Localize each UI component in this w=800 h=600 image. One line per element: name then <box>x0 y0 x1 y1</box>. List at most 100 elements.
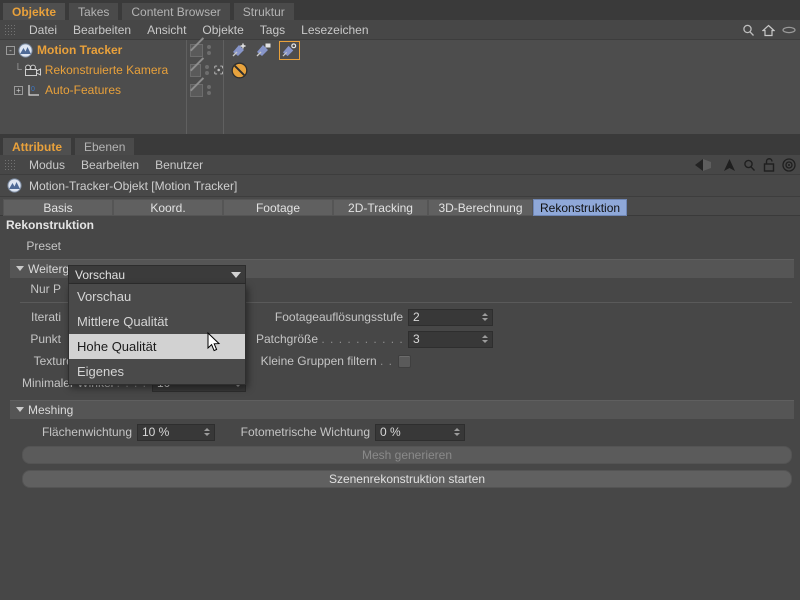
tab-basis[interactable]: Basis <box>3 198 113 216</box>
lock-icon[interactable] <box>763 158 775 172</box>
window-tab-content-browser[interactable]: Content Browser <box>121 2 231 20</box>
stepper-icon[interactable] <box>202 426 211 439</box>
area-weight-value: 10 % <box>142 425 170 439</box>
menu-modus[interactable]: Modus <box>21 155 73 175</box>
label-fotometrische-wichtung: Fotometrische Wichtung <box>240 425 370 439</box>
dropdown-option-eigenes[interactable]: Eigenes <box>69 359 245 384</box>
visibility-toggle-row[interactable] <box>187 60 223 80</box>
target-icon[interactable] <box>782 158 796 172</box>
generate-mesh-button[interactable]: Mesh generieren <box>22 446 792 464</box>
disabled-slash-icon[interactable] <box>190 63 201 77</box>
pin-icon[interactable] <box>255 42 273 58</box>
menu-ansicht[interactable]: Ansicht <box>139 20 194 40</box>
tree-row-motion-tracker[interactable]: - Motion Tracker <box>0 40 186 60</box>
menu-bearbeiten[interactable]: Bearbeiten <box>65 20 139 40</box>
disabled-slash-icon[interactable] <box>190 43 203 57</box>
area-weight-field[interactable]: 10 % <box>137 423 215 441</box>
tab-2d-tracking[interactable]: 2D-Tracking <box>333 198 428 216</box>
page-title: Motion-Tracker-Objekt [Motion Tracker] <box>29 178 238 193</box>
object-manager-menubar: Datei Bearbeiten Ansicht Objekte Tags Le… <box>0 20 800 40</box>
tab-koord[interactable]: Koord. <box>113 198 223 216</box>
window-tab-takes[interactable]: Takes <box>68 2 120 20</box>
tab-3d-berechnung[interactable]: 3D-Berechnung <box>428 198 533 216</box>
attribute-manager-menubar: Modus Bearbeiten Benutzer <box>0 155 800 175</box>
window-tab-objekte[interactable]: Objekte <box>2 2 67 20</box>
disabled-slash-icon[interactable] <box>190 83 203 97</box>
motion-tracker-icon <box>7 178 22 193</box>
label-iterationen: Iterati <box>30 310 61 324</box>
visibility-dots-icon[interactable] <box>204 65 209 75</box>
dropdown-option-mittlere-qualitaet[interactable]: Mittlere Qualität <box>69 309 245 334</box>
tree-row-auto-features[interactable]: + 0 Auto-Features <box>0 80 186 100</box>
window-tab-attribute[interactable]: Attribute <box>2 137 72 155</box>
preset-selected-value: Vorschau <box>75 267 126 282</box>
tree-row-rekonstruierte-kamera[interactable]: └ Rekonstruierte Kamera <box>0 60 186 80</box>
crosshair-icon[interactable] <box>213 64 223 76</box>
menu-bearbeiten[interactable]: Bearbeiten <box>73 155 147 175</box>
window-tab-label: Content Browser <box>131 5 221 19</box>
auto-features-icon: 0 <box>28 84 39 96</box>
grip-handle-icon[interactable] <box>4 159 15 170</box>
label-dots: . . <box>379 354 393 368</box>
window-tab-label: Attribute <box>12 140 62 154</box>
visibility-toggle-row[interactable] <box>187 40 223 60</box>
menu-benutzer[interactable]: Benutzer <box>147 155 211 175</box>
up-arrow-icon[interactable] <box>723 158 736 172</box>
motion-tracker-icon <box>18 42 33 58</box>
photometric-weight-field[interactable]: 0 % <box>375 423 465 441</box>
object-manager-tree[interactable]: - Motion Tracker └ Rekonstruierte Kamera <box>0 40 800 135</box>
eye-icon[interactable] <box>782 25 796 35</box>
menu-datei[interactable]: Datei <box>21 20 65 40</box>
chevron-down-icon[interactable] <box>16 266 24 271</box>
dropdown-option-hohe-qualitaet[interactable]: Hohe Qualität <box>69 334 245 359</box>
forbidden-icon[interactable] <box>231 62 248 79</box>
window-tab-label: Ebenen <box>84 140 126 154</box>
label-text: Kleine Gruppen filtern <box>260 354 377 368</box>
patch-size-field[interactable]: 3 <box>408 330 493 348</box>
label-dots: . . . . . . . . . . . . . <box>321 332 408 346</box>
camera-icon <box>24 64 41 76</box>
home-icon[interactable] <box>762 24 775 37</box>
search-icon[interactable] <box>743 159 756 172</box>
dropdown-option-vorschau[interactable]: Vorschau <box>69 284 245 309</box>
menu-lesezeichen[interactable]: Lesezeichen <box>293 20 376 40</box>
window-tab-ebenen[interactable]: Ebenen <box>74 137 136 155</box>
start-scene-reconstruction-button[interactable]: Szenenrekonstruktion starten <box>22 470 792 488</box>
subgroup-label: Weiterg <box>28 262 70 276</box>
chevron-down-icon[interactable] <box>16 407 24 412</box>
small-groups-checkbox[interactable] <box>398 354 411 368</box>
footage-resolution-field[interactable]: 2 <box>408 308 493 326</box>
patch-size-value: 3 <box>413 332 420 346</box>
stepper-icon[interactable] <box>480 311 489 324</box>
preset-dropdown-list[interactable]: Vorschau Mittlere Qualität Hohe Qualität… <box>68 284 246 385</box>
menu-tags[interactable]: Tags <box>252 20 293 40</box>
row-preset: Preset <box>0 235 800 257</box>
tab-footage[interactable]: Footage <box>223 198 333 216</box>
search-icon[interactable] <box>742 24 755 37</box>
row-meshing-weights: Flächenwichtung 10 % Fotometrische Wicht… <box>0 421 800 443</box>
visibility-dots-icon[interactable] <box>207 85 211 95</box>
window-tab-label: Objekte <box>12 5 57 19</box>
stepper-icon[interactable] <box>480 333 489 346</box>
tab-rekonstruktion[interactable]: Rekonstruktion <box>533 198 628 216</box>
menu-objekte[interactable]: Objekte <box>194 20 251 40</box>
window-tab-struktur[interactable]: Struktur <box>232 2 295 20</box>
attribute-object-title: Motion-Tracker-Objekt [Motion Tracker] <box>0 175 800 197</box>
preset-combobox[interactable]: Vorschau <box>68 265 246 284</box>
back-arrow-icon[interactable] <box>694 158 716 172</box>
expander-icon[interactable]: - <box>6 45 15 55</box>
group-header-rekonstruktion: Rekonstruktion <box>0 216 800 235</box>
subgroup-meshing[interactable]: Meshing <box>10 400 794 419</box>
chevron-down-icon[interactable] <box>231 271 241 278</box>
visibility-toggle-row[interactable] <box>187 80 223 100</box>
expander-icon[interactable]: + <box>14 85 23 95</box>
pin-selected-frame[interactable] <box>279 40 300 60</box>
label-punktdichte: Punkt <box>30 332 61 346</box>
visibility-dots-icon[interactable] <box>207 45 211 55</box>
pin-selected-icon[interactable] <box>281 42 298 58</box>
pin-add-icon[interactable] <box>231 42 249 58</box>
grip-handle-icon[interactable] <box>4 24 15 35</box>
object-tree-toggles <box>186 40 224 134</box>
stepper-icon[interactable] <box>452 426 461 439</box>
object-tree-names: - Motion Tracker └ Rekonstruierte Kamera <box>0 40 186 134</box>
